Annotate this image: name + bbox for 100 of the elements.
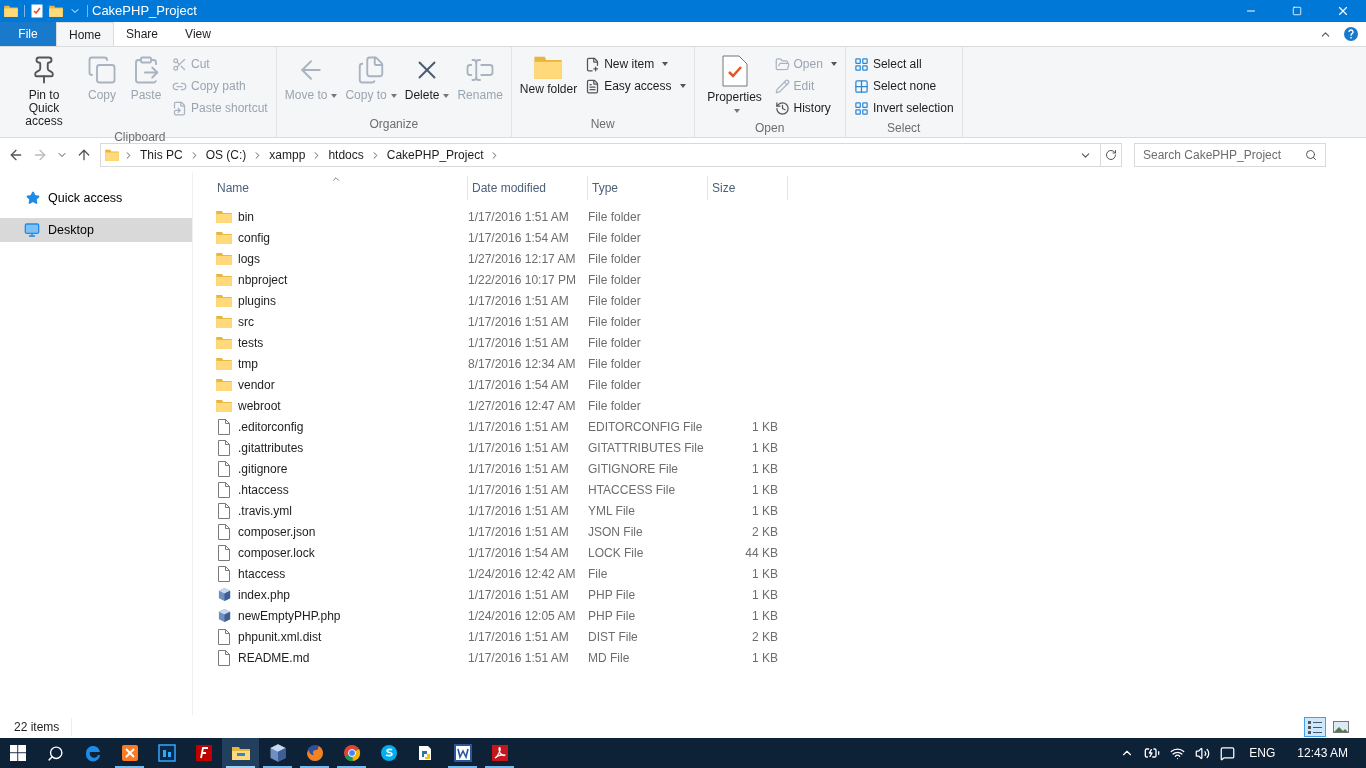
caret-icon	[679, 84, 686, 88]
file-name[interactable]: index.php	[238, 585, 291, 604]
ribbon-button[interactable]: Easy access	[581, 75, 690, 97]
file-name[interactable]: webroot	[238, 396, 281, 415]
file-name[interactable]: .gitignore	[238, 459, 288, 478]
details-view-button[interactable]	[1304, 716, 1326, 737]
type-cell-text: HTACCESS File	[588, 481, 677, 499]
breadcrumb[interactable]: htdocs	[326, 146, 366, 164]
size-cell-text: 1 KB	[752, 481, 778, 499]
breadcrumb[interactable]: xampp	[267, 146, 308, 164]
grid-icon	[853, 56, 869, 72]
file-name[interactable]: .gitattributes	[238, 438, 304, 457]
document-app-icon	[452, 743, 473, 763]
ribbon-button[interactable]: New item	[581, 53, 690, 75]
file-name[interactable]: tmp	[238, 354, 258, 373]
ribbon-tab[interactable]: Home	[56, 22, 114, 46]
file-icon	[218, 649, 230, 666]
php-file-icon	[216, 608, 232, 623]
file-name[interactable]: .travis.yml	[238, 501, 292, 520]
ribbon-button[interactable]: History	[770, 97, 841, 119]
history-icon	[774, 100, 790, 116]
open-icon	[774, 56, 790, 72]
language-indicator[interactable]: ENG	[1245, 744, 1280, 762]
date-cell-text: 1/17/2016 1:54 AM	[468, 544, 570, 562]
file-name[interactable]: bin	[238, 207, 254, 226]
file-name[interactable]: README.md	[238, 648, 310, 667]
file-name[interactable]: composer.lock	[238, 543, 315, 562]
breadcrumb[interactable]: This PC	[138, 146, 185, 164]
column-header[interactable]: Name	[213, 176, 468, 200]
notification-icon[interactable]	[1220, 745, 1236, 761]
sidebar-item[interactable]: Desktop	[0, 218, 192, 242]
folder-icon	[216, 209, 232, 224]
ribbon-button[interactable]: Select all	[849, 53, 958, 75]
type-cell-text: EDITORCONFIG File	[588, 418, 704, 436]
ribbon-tab[interactable]: Share	[114, 22, 170, 46]
folder-icon	[4, 5, 18, 17]
type-cell-text: YML File	[588, 502, 636, 520]
star-icon	[26, 191, 40, 205]
help-icon[interactable]	[1344, 27, 1358, 41]
breadcrumb[interactable]: OS (C:)	[203, 146, 249, 164]
file-name[interactable]: config	[238, 228, 271, 247]
date-cell-text: 1/17/2016 1:51 AM	[468, 313, 570, 331]
type-cell-text: DIST File	[588, 628, 639, 646]
file-icon	[218, 481, 230, 498]
sidebar-label: Quick access	[48, 189, 123, 207]
file-name[interactable]: logs	[238, 249, 260, 268]
file-name[interactable]: nbproject	[238, 270, 288, 289]
column-header[interactable]: Size	[708, 176, 788, 200]
date-cell-text: 1/17/2016 1:51 AM	[468, 628, 570, 646]
ribbon-button[interactable]: Delete	[400, 51, 454, 102]
file-name[interactable]: composer.json	[238, 522, 316, 541]
file-name[interactable]: .htaccess	[238, 480, 289, 499]
refresh-icon[interactable]	[1105, 149, 1117, 161]
group-label: Open	[754, 120, 786, 137]
ribbon-button[interactable]: Select none	[849, 75, 958, 97]
ribbon-tab[interactable]: File	[0, 22, 56, 46]
sidebar-item[interactable]: Quick access	[0, 186, 192, 210]
volume-icon[interactable]	[1195, 745, 1211, 761]
clock[interactable]: 12:43 AM	[1289, 744, 1356, 762]
ribbon-button[interactable]: Properties	[698, 51, 771, 117]
taskbar-app[interactable]	[222, 738, 259, 768]
up-icon[interactable]	[76, 147, 92, 163]
ribbon-tab[interactable]: View	[170, 22, 226, 46]
address-field[interactable]: This PC OS (C:) xampp htdocs CakePHP_Project	[100, 143, 1122, 167]
size-cell-text: 1 KB	[752, 649, 778, 667]
ribbon-button[interactable]: Pin to Quick access	[8, 51, 80, 128]
file-name[interactable]: vendor	[238, 375, 275, 394]
type-cell-text: MD File	[588, 649, 631, 667]
monitor-icon	[24, 222, 40, 238]
date-cell-text: 1/17/2016 1:51 AM	[468, 334, 570, 352]
file-name[interactable]: newEmptyPHP.php	[238, 606, 341, 625]
column-header[interactable]: Date modified	[468, 176, 588, 200]
file-icon	[218, 565, 230, 582]
file-name[interactable]: htaccess	[238, 564, 286, 583]
search-field[interactable]: Search CakePHP_Project	[1134, 143, 1326, 167]
date-cell-text: 1/17/2016 1:54 AM	[468, 229, 570, 247]
back-icon[interactable]	[8, 147, 24, 163]
battery-icon[interactable]	[1144, 745, 1161, 761]
date-cell-text: 1/17/2016 1:51 AM	[468, 439, 570, 457]
grid-icon	[853, 100, 869, 116]
folder-icon	[105, 149, 119, 161]
type-cell-text: PHP File	[588, 586, 637, 604]
wifi-icon[interactable]	[1170, 745, 1186, 761]
file-name[interactable]: phpunit.xml.dist	[238, 627, 322, 646]
caret-icon	[733, 108, 740, 113]
column-header[interactable]: Type	[588, 176, 708, 200]
restore-icon	[1292, 6, 1302, 16]
file-icon	[218, 439, 230, 456]
date-cell-text: 1/24/2016 12:42 AM	[468, 565, 577, 583]
ribbon-button[interactable]: Invert selection	[849, 97, 958, 119]
breadcrumb[interactable]: CakePHP_Project	[384, 146, 486, 164]
date-cell-text: 1/24/2016 12:05 AM	[468, 607, 577, 625]
file-icon	[218, 544, 230, 561]
properties-icon[interactable]	[31, 4, 43, 18]
type-cell-text: File folder	[588, 355, 642, 373]
file-name[interactable]: src	[238, 312, 254, 331]
file-name[interactable]: plugins	[238, 291, 277, 310]
ribbon-button[interactable]: New folder	[515, 51, 582, 96]
file-name[interactable]: .editorconfig	[238, 417, 304, 436]
file-name[interactable]: tests	[238, 333, 264, 352]
